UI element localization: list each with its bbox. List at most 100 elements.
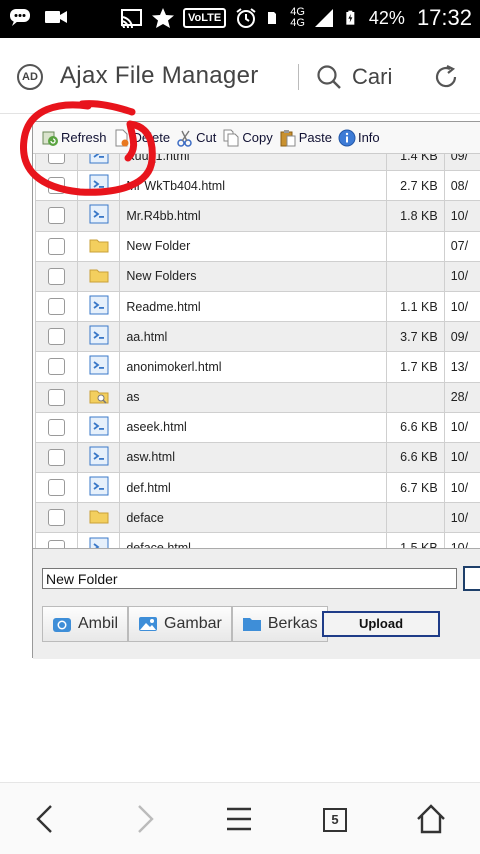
row-checkbox[interactable] bbox=[48, 237, 66, 255]
file-row[interactable]: asw.html 6.6 KB 10/ bbox=[34, 441, 480, 474]
paste-icon bbox=[280, 129, 296, 146]
file-name[interactable]: New Folders bbox=[119, 260, 388, 292]
row-checkbox[interactable] bbox=[48, 177, 66, 195]
row-checkbox[interactable] bbox=[48, 207, 66, 225]
file-list[interactable]: Kuu_1.html 1.4 KB 09/Mr WkTb404.html 2.7 KB… bbox=[33, 154, 480, 548]
row-checkbox[interactable] bbox=[48, 154, 66, 165]
berkas-button[interactable]: Berkas bbox=[231, 606, 328, 642]
file-source-picker: Ambil Gambar Berkas bbox=[42, 606, 328, 642]
file-row[interactable]: New Folders 10/ bbox=[34, 260, 480, 292]
row-checkbox[interactable] bbox=[48, 479, 66, 497]
file-size: 1.8 KB bbox=[386, 200, 445, 232]
row-checkbox-cell bbox=[34, 472, 79, 504]
row-checkbox[interactable] bbox=[48, 267, 66, 285]
cut-button[interactable]: Cut bbox=[176, 129, 216, 147]
file-name[interactable]: Readme.html bbox=[119, 290, 388, 323]
home-icon[interactable] bbox=[415, 803, 447, 835]
row-checkbox[interactable] bbox=[48, 539, 66, 548]
file-row[interactable]: as 28/ bbox=[34, 381, 480, 413]
file-name[interactable]: Mr.R4bb.html bbox=[119, 200, 388, 232]
refresh-icon bbox=[42, 131, 58, 146]
file-row[interactable]: Readme.html 1.1 KB 10/ bbox=[34, 290, 480, 323]
file-name[interactable]: Mr WkTb404.html bbox=[119, 170, 388, 202]
file-name[interactable]: deface.html bbox=[119, 532, 388, 548]
file-manager-panel: Refresh Delete Cut Copy Paste Info Kuu_1… bbox=[32, 121, 480, 659]
copy-label: Copy bbox=[242, 130, 273, 145]
signal-icon bbox=[314, 9, 333, 27]
file-name[interactable]: anonimokerl.html bbox=[119, 351, 388, 383]
file-type-cell bbox=[77, 200, 121, 232]
tabs-count-button[interactable]: 5 bbox=[323, 808, 347, 832]
file-type-cell bbox=[77, 381, 121, 413]
html-file-icon bbox=[89, 325, 109, 345]
file-row[interactable]: deface.html1.5 KB10/ bbox=[34, 532, 480, 548]
scissors-icon bbox=[177, 130, 192, 147]
row-checkbox[interactable] bbox=[48, 418, 66, 436]
folder-icon bbox=[89, 510, 109, 524]
delete-button[interactable]: Delete bbox=[113, 129, 170, 147]
file-name[interactable]: aseek.html bbox=[119, 411, 388, 443]
ambil-button[interactable]: Ambil bbox=[42, 606, 129, 642]
paste-button[interactable]: Paste bbox=[279, 129, 332, 147]
file-type-cell bbox=[77, 411, 121, 443]
network-type-bottom: 4G bbox=[290, 17, 305, 29]
file-size: 1.4 KB bbox=[386, 154, 445, 172]
gambar-button[interactable]: Gambar bbox=[128, 606, 232, 642]
ambil-label: Ambil bbox=[78, 615, 119, 632]
file-table: Kuu_1.html 1.4 KB 09/Mr WkTb404.html 2.7 KB… bbox=[34, 154, 480, 548]
file-date: 13/ bbox=[443, 351, 480, 383]
info-icon bbox=[338, 129, 356, 146]
row-checkbox-cell bbox=[34, 321, 79, 353]
file-row[interactable]: def.html 6.7 KB 10/ bbox=[34, 472, 480, 504]
page-title[interactable]: Ajax File Manager bbox=[60, 62, 259, 90]
delete-icon bbox=[115, 129, 129, 146]
row-checkbox-cell bbox=[34, 200, 79, 232]
search-icon[interactable] bbox=[316, 64, 342, 90]
file-size bbox=[386, 260, 445, 292]
create-folder-button[interactable] bbox=[463, 566, 480, 591]
search-button[interactable]: Cari bbox=[352, 64, 392, 90]
file-date: 10/ bbox=[443, 502, 480, 534]
file-date: 10/ bbox=[443, 411, 480, 443]
file-name[interactable]: New Folder bbox=[119, 230, 388, 262]
reload-icon[interactable] bbox=[432, 63, 460, 91]
row-checkbox[interactable] bbox=[48, 358, 66, 376]
copy-button[interactable]: Copy bbox=[222, 129, 273, 147]
file-name[interactable]: deface bbox=[119, 502, 388, 534]
file-row[interactable]: Kuu_1.html 1.4 KB 09/ bbox=[34, 154, 480, 172]
file-name[interactable]: asw.html bbox=[119, 441, 388, 474]
row-checkbox[interactable] bbox=[48, 448, 66, 466]
forward-arrow-icon[interactable] bbox=[128, 803, 160, 835]
file-row[interactable]: aseek.html 6.6 KB 10/ bbox=[34, 411, 480, 443]
row-checkbox[interactable] bbox=[48, 388, 66, 406]
row-checkbox[interactable] bbox=[48, 328, 66, 346]
ad-block-icon[interactable]: AD bbox=[17, 64, 43, 90]
new-folder-name-input[interactable] bbox=[42, 568, 457, 589]
menu-icon[interactable] bbox=[223, 803, 255, 835]
refresh-button[interactable]: Refresh bbox=[41, 129, 107, 147]
row-checkbox-cell bbox=[34, 411, 79, 443]
file-row[interactable]: Mr WkTb404.html 2.7 KB 08/ bbox=[34, 170, 480, 202]
file-row[interactable]: aa.html 3.7 KB 09/ bbox=[34, 321, 480, 353]
html-file-icon bbox=[89, 204, 109, 224]
file-name[interactable]: def.html bbox=[119, 472, 388, 504]
file-row[interactable]: deface 10/ bbox=[34, 502, 480, 534]
html-file-icon bbox=[89, 295, 109, 315]
row-checkbox[interactable] bbox=[48, 509, 66, 527]
sd-card-icon bbox=[268, 12, 277, 24]
upload-button[interactable]: Upload bbox=[322, 611, 440, 637]
file-size: 6.7 KB bbox=[386, 472, 445, 504]
file-name[interactable]: Kuu_1.html bbox=[119, 154, 388, 172]
file-size bbox=[386, 502, 445, 534]
image-icon bbox=[139, 617, 158, 631]
back-arrow-icon[interactable] bbox=[30, 803, 62, 835]
file-row[interactable]: Mr.R4bb.html 1.8 KB 10/ bbox=[34, 200, 480, 232]
row-checkbox[interactable] bbox=[48, 298, 66, 316]
volte-badge: VoLTE bbox=[183, 8, 227, 28]
file-name[interactable]: as bbox=[119, 381, 388, 413]
info-button[interactable]: Info bbox=[338, 129, 380, 147]
file-name[interactable]: aa.html bbox=[119, 321, 388, 353]
file-row[interactable]: New Folder 07/ bbox=[34, 230, 480, 262]
file-type-cell bbox=[77, 290, 121, 323]
file-row[interactable]: anonimokerl.html 1.7 KB 13/ bbox=[34, 351, 480, 383]
